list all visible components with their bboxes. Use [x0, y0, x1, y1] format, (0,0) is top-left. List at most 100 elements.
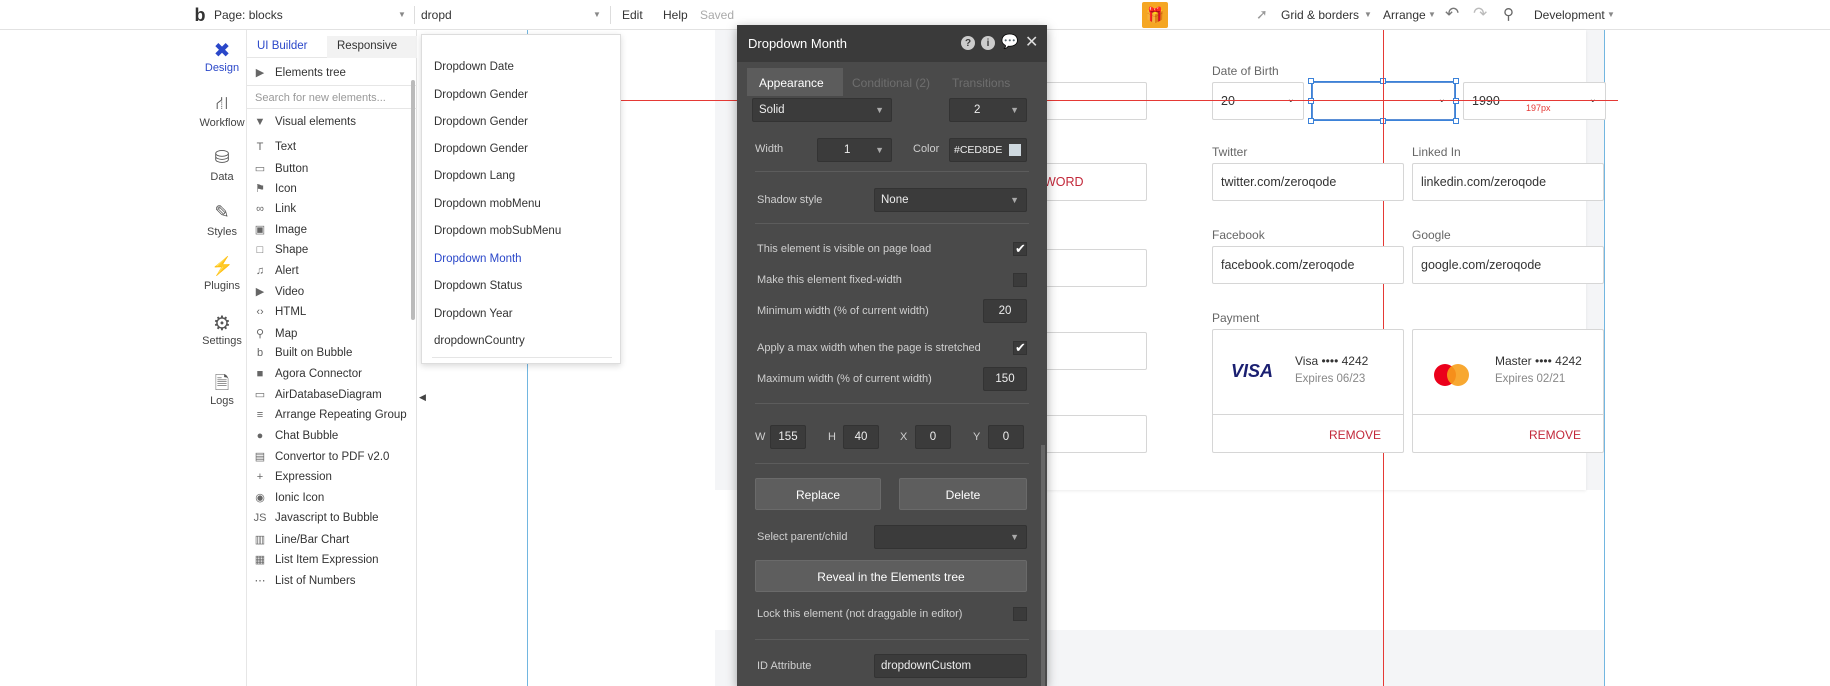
elements-tree-toggle[interactable]: ▶ Elements tree: [253, 66, 346, 79]
list-item[interactable]: Dropdown mobMenu: [434, 198, 541, 210]
border-style-dropdown[interactable]: Solid ▼: [752, 98, 892, 122]
tab-conditional[interactable]: Conditional (2): [847, 68, 942, 96]
list-item[interactable]: b Built on Bubble: [253, 347, 352, 359]
resize-handle[interactable]: [1308, 98, 1314, 104]
bubble-logo-icon[interactable]: b: [193, 5, 207, 25]
resize-handle[interactable]: [1453, 78, 1459, 84]
border-width-dropdown[interactable]: 1 ▼: [817, 138, 892, 162]
development-menu[interactable]: Development: [1534, 8, 1605, 22]
list-item[interactable]: ⚑ Icon: [253, 182, 297, 195]
comment-icon[interactable]: 💬: [1001, 33, 1018, 50]
chevron-down-icon[interactable]: ▼: [1607, 10, 1615, 19]
max-width-checkbox[interactable]: [1013, 340, 1027, 356]
resize-handle[interactable]: [1453, 118, 1459, 124]
edit-menu[interactable]: Edit: [622, 8, 643, 22]
list-item[interactable]: + Expression: [253, 471, 332, 483]
twitter-input[interactable]: twitter.com/zeroqode: [1212, 163, 1404, 201]
list-item[interactable]: ♫ Alert: [253, 265, 299, 277]
linkedin-input[interactable]: linkedin.com/zeroqode: [1412, 163, 1604, 201]
remove-card-button[interactable]: REMOVE: [1529, 428, 1581, 442]
chevron-down-icon[interactable]: ▼: [1364, 10, 1372, 19]
list-item[interactable]: Dropdown Date: [434, 61, 514, 73]
replace-button[interactable]: Replace: [755, 478, 881, 510]
tab-responsive[interactable]: Responsive: [327, 36, 417, 58]
color-swatch[interactable]: [1009, 144, 1021, 156]
nav-plugins[interactable]: ⚡ Plugins: [197, 256, 247, 292]
width-input[interactable]: 155: [770, 425, 806, 449]
list-item[interactable]: Dropdown Gender: [434, 89, 528, 101]
tab-appearance[interactable]: Appearance: [747, 68, 843, 96]
resize-handle[interactable]: [1453, 98, 1459, 104]
help-icon[interactable]: ?: [961, 36, 975, 50]
list-item[interactable]: ▭ Button: [253, 162, 308, 175]
list-item[interactable]: Dropdown mobSubMenu: [434, 225, 561, 237]
list-item-selected[interactable]: Dropdown Month: [434, 253, 522, 265]
border-color-field[interactable]: #CED8DE: [949, 138, 1027, 162]
page-selector[interactable]: Page: blocks: [214, 8, 283, 22]
list-item[interactable]: ▣ Image: [253, 223, 307, 236]
redo-icon[interactable]: ↷: [1473, 4, 1487, 24]
list-item[interactable]: ∞ Link: [253, 203, 296, 215]
remove-card-button[interactable]: REMOVE: [1329, 428, 1381, 442]
chevron-down-icon[interactable]: ▼: [398, 10, 406, 19]
element-search-field[interactable]: Search for new elements...: [247, 85, 417, 109]
search-icon[interactable]: ⚲: [1503, 5, 1514, 23]
undo-icon[interactable]: ↶: [1445, 4, 1459, 24]
height-input[interactable]: 40: [843, 425, 879, 449]
list-item[interactable]: JS Javascript to Bubble: [253, 512, 379, 524]
nav-settings[interactable]: ⚙ Settings: [197, 311, 247, 347]
list-item[interactable]: T Text: [253, 141, 296, 153]
list-item[interactable]: ▤ Convertor to PDF v2.0: [253, 450, 390, 463]
collapse-panel-icon[interactable]: ◀: [419, 392, 426, 403]
nav-logs[interactable]: 🗎 Logs: [197, 371, 247, 407]
nav-styles[interactable]: ✎ Styles: [197, 202, 247, 238]
list-item[interactable]: dropdownCountry: [434, 335, 525, 347]
resize-handle[interactable]: [1308, 78, 1314, 84]
resize-handle[interactable]: [1308, 118, 1314, 124]
dob-day-dropdown[interactable]: 20⌄: [1212, 82, 1304, 120]
list-item[interactable]: ▶ Video: [253, 285, 304, 298]
facebook-input[interactable]: facebook.com/zeroqode: [1212, 246, 1404, 284]
dob-year-dropdown[interactable]: 1990⌄: [1463, 82, 1606, 120]
element-search-input[interactable]: dropd: [421, 8, 452, 22]
list-item[interactable]: ▭ AirDatabaseDiagram: [253, 388, 382, 401]
list-item[interactable]: ◉ Ionic Icon: [253, 491, 324, 504]
list-item[interactable]: ▥ Line/Bar Chart: [253, 533, 349, 546]
close-icon[interactable]: ✕: [1025, 32, 1038, 52]
min-width-input[interactable]: 20: [983, 299, 1027, 323]
chevron-down-icon[interactable]: ▼: [593, 10, 601, 19]
visible-checkbox[interactable]: [1013, 241, 1027, 257]
x-input[interactable]: 0: [915, 425, 951, 449]
lock-checkbox[interactable]: [1013, 607, 1027, 621]
list-item[interactable]: ● Chat Bubble: [253, 430, 339, 442]
arrange-menu[interactable]: Arrange: [1383, 8, 1426, 22]
cursor-icon[interactable]: ➚: [1256, 6, 1268, 23]
list-item[interactable]: ⚲ Map: [253, 327, 297, 340]
reveal-in-tree-button[interactable]: Reveal in the Elements tree: [755, 560, 1027, 592]
list-item[interactable]: ‹› HTML: [253, 306, 306, 318]
list-item[interactable]: □ Shape: [253, 244, 309, 256]
max-width-input[interactable]: 150: [983, 367, 1027, 391]
editor-scrollbar[interactable]: [1041, 445, 1045, 686]
shadow-style-dropdown[interactable]: None ▼: [874, 188, 1027, 212]
chevron-down-icon[interactable]: ▼: [1428, 10, 1436, 19]
visual-elements-header[interactable]: ▼ Visual elements: [253, 116, 356, 128]
y-input[interactable]: 0: [988, 425, 1024, 449]
gift-icon[interactable]: 🎁: [1142, 2, 1168, 28]
select-parent-dropdown[interactable]: ▼: [874, 525, 1027, 549]
list-item[interactable]: Dropdown Year: [434, 308, 513, 320]
info-icon[interactable]: i: [981, 36, 995, 50]
list-item[interactable]: Dropdown Status: [434, 280, 522, 292]
help-menu[interactable]: Help: [663, 8, 688, 22]
delete-button[interactable]: Delete: [899, 478, 1027, 510]
list-item[interactable]: Dropdown Gender: [434, 143, 528, 155]
list-item[interactable]: ■ Agora Connector: [253, 368, 362, 380]
nav-workflow[interactable]: ⛙ Workflow: [197, 93, 247, 129]
list-item[interactable]: ⋯ List of Numbers: [253, 574, 356, 587]
id-attribute-input[interactable]: dropdownCustom: [874, 654, 1027, 678]
list-item[interactable]: ▦ List Item Expression: [253, 553, 379, 566]
border-roundness-dropdown[interactable]: 2 ▼: [949, 98, 1027, 122]
google-input[interactable]: google.com/zeroqode: [1412, 246, 1604, 284]
list-item[interactable]: Dropdown Gender: [434, 116, 528, 128]
fixed-width-checkbox[interactable]: [1013, 273, 1027, 287]
